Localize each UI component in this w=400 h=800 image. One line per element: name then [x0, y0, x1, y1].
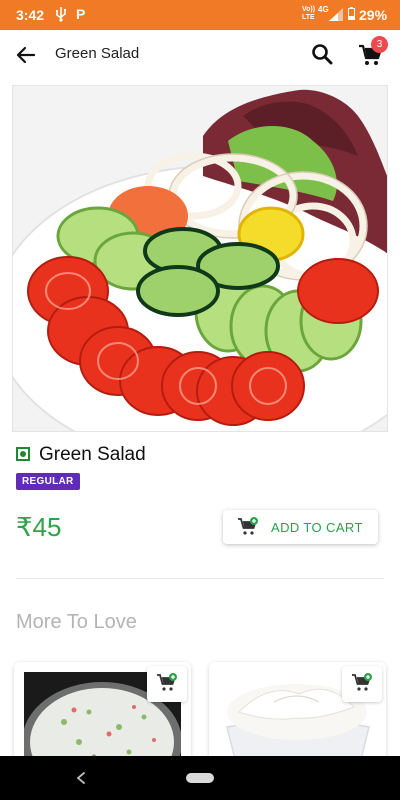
system-nav-bar [0, 756, 400, 800]
product-price: ₹45 [16, 512, 62, 542]
divider [16, 578, 384, 579]
usb-icon [56, 7, 67, 22]
cart-count-badge: 3 [371, 36, 388, 53]
network-type: 4G [318, 5, 329, 14]
nav-back-icon[interactable] [74, 770, 88, 786]
home-pill-icon[interactable] [186, 773, 214, 783]
more-to-love-heading: More To Love [16, 611, 137, 633]
back-arrow-icon[interactable] [14, 43, 38, 67]
add-cart-icon [352, 673, 372, 691]
add-cart-button[interactable] [147, 666, 187, 702]
add-to-cart-button[interactable]: ADD TO CART [223, 510, 378, 544]
volte-indicator: Vo)) LTE [302, 6, 316, 21]
add-cart-icon [157, 673, 177, 691]
product-tag-badge: REGULAR [16, 473, 80, 490]
battery-percent: 29% [359, 7, 388, 23]
app-bar: Green Salad 3 [0, 30, 400, 80]
page-title: Green Salad [55, 45, 140, 62]
p-notification-icon: P [76, 6, 86, 22]
salad-illustration [13, 86, 387, 431]
product-image [12, 85, 388, 432]
product-name: Green Salad [39, 444, 146, 465]
add-cart-button[interactable] [342, 666, 382, 702]
status-bar: 3:42 P Vo)) LTE 4G 29% [0, 0, 400, 30]
add-to-cart-label: ADD TO CART [271, 520, 363, 535]
signal-icon [329, 8, 343, 21]
search-icon[interactable] [311, 43, 333, 65]
status-time: 3:42 [16, 7, 45, 23]
add-cart-icon [238, 517, 258, 535]
veg-indicator-icon [16, 447, 30, 461]
battery-icon [348, 7, 355, 20]
